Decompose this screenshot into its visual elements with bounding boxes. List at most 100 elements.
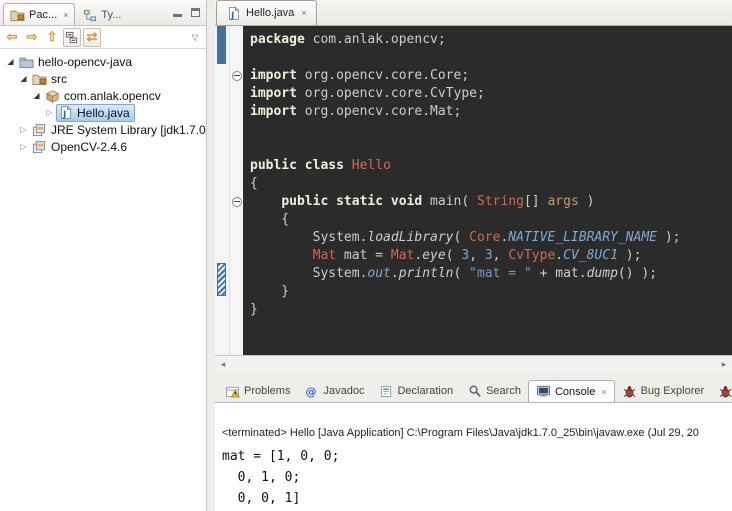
package-icon: [45, 88, 60, 103]
bottom-tab-label: Declaration: [397, 385, 453, 397]
code-line: package com.anlak.opencv;: [250, 31, 732, 49]
bottom-tab-bug-explorer[interactable]: Bug Explorer: [615, 380, 712, 402]
expander-collapsed-icon[interactable]: ▷: [17, 142, 30, 151]
view-menu-icon[interactable]: ▽: [192, 33, 203, 42]
tree-item-hello-java[interactable]: ▷ J Hello.java: [0, 104, 206, 121]
library-icon: [32, 122, 47, 137]
view-tab-label: Ty...: [101, 9, 121, 21]
bottom-tab-problems[interactable]: Problems: [218, 380, 297, 402]
tree-item-project-hello-opencv-java[interactable]: ◢hello-opencv-java: [0, 53, 206, 70]
code-line: import org.opencv.core.Core;: [250, 67, 732, 85]
console-view: <terminated> Hello [Java Application] C:…: [215, 403, 732, 511]
tree-item-label: Hello.java: [77, 106, 130, 120]
package-explorer-icon: [10, 7, 25, 22]
view-tabs: Pac... × Ty...: [3, 0, 127, 25]
tree-item-jre-system-library[interactable]: ▷ JRE System Library [jdk1.7.0_25]: [0, 121, 206, 138]
eclipse-ide: Pac... × Ty... ⇦ ⇨ ⇧ ⇄ ▽ ◢hello-opencv-jav…: [0, 0, 732, 511]
tree-item-content: com.anlak.opencv: [43, 87, 166, 105]
minimize-icon[interactable]: [171, 6, 184, 17]
bottom-tabbar: Problems @ Javadoc Declaration Search Console…: [215, 377, 732, 403]
fold-collapse-icon[interactable]: [232, 197, 242, 207]
type-hierarchy-icon: [82, 8, 97, 23]
code-line: Mat mat = Mat.eye( 3, 3, CvType.CV_8UC1 …: [250, 247, 732, 265]
code-line: public static void main( String[] args ): [250, 193, 732, 211]
annotation-ruler[interactable]: [215, 26, 229, 355]
collapse-all-icon[interactable]: [63, 28, 81, 47]
bottom-tab-javadoc[interactable]: @ Javadoc: [297, 380, 371, 402]
expander-collapsed-icon[interactable]: ▷: [43, 108, 56, 117]
bottom-view-stack: Problems @ Javadoc Declaration Search Console…: [215, 377, 732, 511]
folding-bar: [229, 26, 243, 355]
bug-icon: [718, 384, 732, 399]
up-arrow-icon[interactable]: ⇧: [43, 28, 61, 47]
expander-expanded-icon[interactable]: ◢: [4, 57, 17, 66]
range-indicator: [217, 26, 226, 64]
forward-arrow-icon[interactable]: ⇨: [23, 28, 41, 47]
bottom-tab-declaration[interactable]: Declaration: [371, 380, 460, 402]
code-line: import org.opencv.core.CvType;: [250, 85, 732, 103]
bottom-tab-console[interactable]: Console×: [528, 380, 615, 402]
tree-item-content: JRE System Library [jdk1.7.0_25]: [30, 121, 206, 139]
code-line: }: [250, 301, 732, 319]
bottom-tab-label: Javadoc: [323, 385, 364, 397]
tree-item-label: JRE System Library [jdk1.7.0_25]: [51, 123, 206, 137]
code-line: [250, 49, 732, 67]
close-icon[interactable]: ×: [601, 387, 606, 397]
bottom-tab-label: Bug Explorer: [641, 385, 705, 397]
svg-text:J: J: [230, 11, 234, 21]
console-status-line: <terminated> Hello [Java Application] C:…: [222, 427, 732, 439]
source-folder-icon: [32, 71, 47, 86]
svg-text:J: J: [62, 110, 66, 120]
code-line: {: [250, 175, 732, 193]
view-tab-package-explorer[interactable]: Pac... ×: [3, 3, 75, 25]
code-editor[interactable]: package com.anlak.opencv; import org.ope…: [243, 26, 732, 355]
scroll-track[interactable]: [231, 356, 716, 372]
java-project-icon: [19, 54, 34, 69]
bottom-tab-search[interactable]: Search: [460, 380, 528, 402]
range-indicator-hatched: [217, 263, 226, 296]
bug-icon: [622, 384, 637, 399]
panel-controls: [171, 6, 202, 17]
close-icon[interactable]: ×: [63, 10, 68, 20]
view-tab-label: Pac...: [29, 9, 57, 21]
tree-item-label: src: [51, 72, 67, 86]
expander-expanded-icon[interactable]: ◢: [30, 91, 43, 100]
horizontal-scrollbar[interactable]: ◂ ▸: [215, 355, 732, 372]
tree-item-src[interactable]: ◢ src: [0, 70, 206, 87]
scroll-left-icon[interactable]: ◂: [215, 359, 231, 370]
editor-area: J Hello.java × package com.anlak.opencv;…: [215, 0, 732, 372]
tree-item-label: OpenCV-2.4.6: [51, 140, 127, 154]
editor-tabbar: J Hello.java ×: [215, 0, 732, 26]
expander-expanded-icon[interactable]: ◢: [17, 74, 30, 83]
package-explorer-toolbar: ⇦ ⇨ ⇧ ⇄ ▽: [0, 26, 206, 49]
tree-item-content: OpenCV-2.4.6: [30, 138, 132, 156]
view-tabbar: Pac... × Ty...: [0, 0, 206, 26]
console-icon: [536, 384, 551, 399]
tree-item-content: J Hello.java: [56, 104, 135, 122]
svg-text:@: @: [306, 385, 317, 397]
editor-tab-hello-java[interactable]: J Hello.java ×: [216, 0, 317, 25]
view-tab-type-hierarchy[interactable]: Ty...: [76, 5, 127, 25]
code-line: System.loadLibrary( Core.NATIVE_LIBRARY_…: [250, 229, 732, 247]
bottom-tab-label: Search: [486, 385, 521, 397]
console-output[interactable]: mat = [1, 0, 0; 0, 1, 0; 0, 0, 1]: [222, 446, 732, 509]
back-arrow-icon[interactable]: ⇦: [3, 28, 21, 47]
scroll-right-icon[interactable]: ▸: [716, 359, 732, 370]
package-explorer-panel: Pac... × Ty... ⇦ ⇨ ⇧ ⇄ ▽ ◢hello-opencv-jav…: [0, 0, 207, 511]
close-icon[interactable]: ×: [301, 8, 306, 18]
code-line: [250, 121, 732, 139]
tree-item-opencv-2-4-6[interactable]: ▷ OpenCV-2.4.6: [0, 138, 206, 155]
link-with-editor-icon[interactable]: ⇄: [83, 28, 101, 47]
bottom-tab-label: Problems: [244, 385, 290, 397]
fold-collapse-icon[interactable]: [232, 71, 242, 81]
expander-collapsed-icon[interactable]: ▷: [17, 125, 30, 134]
tree-item-package-com-anlak-opencv[interactable]: ◢com.anlak.opencv: [0, 87, 206, 104]
bottom-tab-bug-2[interactable]: Bug: [711, 380, 732, 402]
tree-item-content: src: [30, 70, 72, 88]
code-line: public class Hello: [250, 157, 732, 175]
editor-body: package com.anlak.opencv; import org.ope…: [215, 26, 732, 355]
search-icon: [467, 384, 482, 399]
maximize-icon[interactable]: [189, 6, 202, 17]
code-line: {: [250, 211, 732, 229]
library-icon: [32, 139, 47, 154]
